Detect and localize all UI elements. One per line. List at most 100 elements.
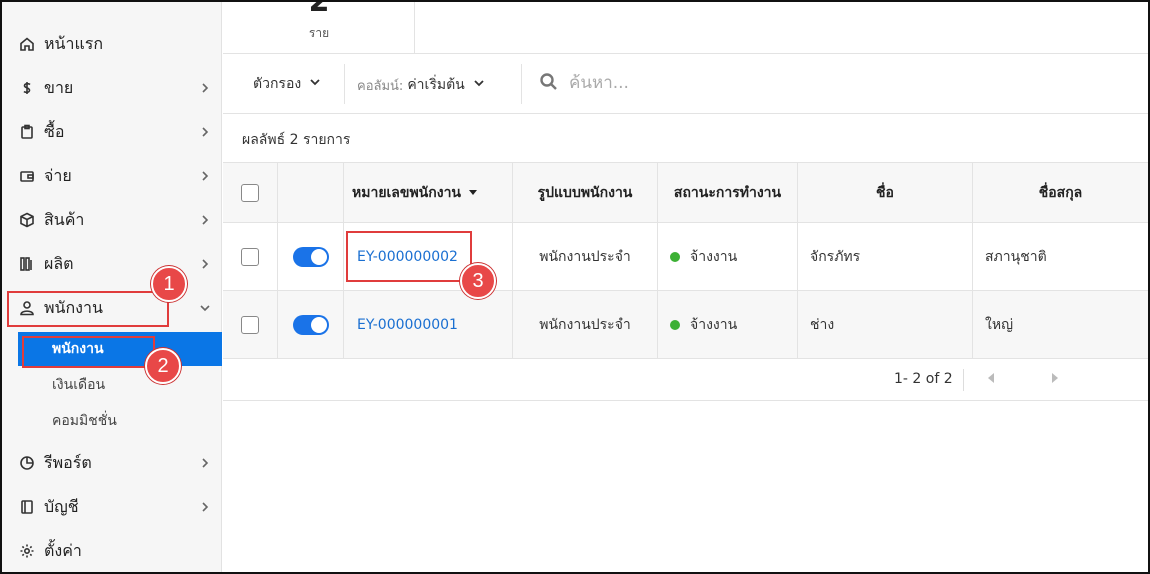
sidebar-item-products[interactable]: สินค้า: [0, 200, 222, 240]
sidebar-subitem-employees[interactable]: พนักงาน: [0, 332, 222, 366]
chevron-down-icon: [198, 300, 212, 314]
sidebar-item-label: ตั้งค่า: [44, 540, 82, 560]
cell-text: ช่าง: [810, 316, 835, 333]
sidebar-item-payment[interactable]: จ่าย: [0, 156, 222, 196]
sidebar-item-settings[interactable]: ตั้งค่า: [0, 531, 222, 571]
row-last-name: สภานุชาติ: [973, 223, 1148, 290]
active-toggle[interactable]: [292, 246, 329, 267]
book-icon: [18, 498, 36, 516]
summary-count-card: 2 ราย: [223, 0, 415, 53]
dollar-icon: [18, 79, 36, 97]
sidebar-item-label: รีพอร์ต: [44, 452, 92, 472]
row-last-name: ใหญ่: [973, 291, 1148, 358]
home-icon: [18, 35, 36, 53]
summary-count: 2: [308, 0, 330, 19]
clipboard-icon: [18, 123, 36, 141]
row-checkbox[interactable]: [241, 247, 259, 266]
employee-id-link[interactable]: EY-000000001: [357, 317, 458, 333]
row-employee-type: พนักงานประจำ: [513, 223, 658, 290]
row-employee-type: พนักงานประจำ: [513, 291, 658, 358]
table-header-row: หมายเลขพนักงาน รูปแบบพนักงาน สถานะการทำง…: [223, 162, 1148, 223]
divider: [344, 64, 345, 104]
row-select-cell: [223, 223, 278, 290]
user-icon: [18, 299, 36, 317]
pagination-range: 1- 2 of 2: [894, 371, 953, 387]
header-employee-id[interactable]: หมายเลขพนักงาน: [344, 163, 513, 222]
sidebar-item-sales[interactable]: ขาย: [0, 68, 222, 108]
sidebar-subitem-label: เงินเดือน: [52, 377, 106, 393]
sidebar-item-production[interactable]: ผลิต: [0, 244, 222, 284]
result-count-text: ผลลัพธ์ 2 รายการ: [242, 132, 351, 148]
summary-unit: ราย: [308, 26, 330, 40]
row-toggle-cell: [278, 223, 344, 290]
sidebar-item-accounting[interactable]: บัญชี: [0, 487, 222, 527]
header-label: สถานะการทำงาน: [673, 184, 782, 201]
row-checkbox[interactable]: [241, 315, 259, 334]
cell-text: ใหญ่: [985, 316, 1013, 333]
chevron-right-icon: [198, 212, 212, 226]
header-employee-type[interactable]: รูปแบบพนักงาน: [513, 163, 658, 222]
table-row: EY-000000002 พนักงานประจำ จ้างงาน จักรภั…: [223, 223, 1148, 291]
header-label: รูปแบบพนักงาน: [537, 184, 633, 201]
sidebar-item-label: ผลิต: [44, 253, 74, 273]
sidebar-item-home[interactable]: หน้าแรก: [0, 24, 222, 64]
annotation-badge-2: 2: [145, 348, 181, 384]
sidebar-item-reports[interactable]: รีพอร์ต: [0, 443, 222, 483]
row-work-status: จ้างงาน: [658, 291, 798, 358]
production-icon: [18, 255, 36, 273]
sidebar-item-label: พนักงาน: [44, 297, 103, 317]
chevron-right-icon: [198, 499, 212, 513]
cell-text: จ้างงาน: [690, 316, 738, 333]
prev-page-icon[interactable]: [988, 373, 994, 383]
sidebar: หน้าแรก ขาย ซื้อ จ่าย สินค้า ผลิต พนักงา…: [0, 0, 222, 574]
header-last-name[interactable]: ชื่อสกุล: [973, 163, 1148, 222]
header-first-name[interactable]: ชื่อ: [798, 163, 973, 222]
header-toggle-cell: [278, 163, 344, 222]
chevron-down-icon: [301, 76, 321, 92]
sidebar-item-label: จ่าย: [44, 165, 72, 185]
wallet-icon: [18, 167, 36, 185]
header-work-status[interactable]: สถานะการทำงาน: [658, 163, 798, 222]
annotation-badge-1: 1: [151, 266, 187, 302]
chevron-right-icon: [198, 168, 212, 182]
header-label: ชื่อสกุล: [1038, 184, 1083, 201]
toolbar: ตัวกรอง คอลัมน์: ค่าเริ่มต้น: [223, 54, 1148, 114]
cell-text: พนักงานประจำ: [539, 248, 631, 265]
columns-prefix: คอลัมน์:: [357, 78, 404, 94]
search-input[interactable]: [569, 68, 1109, 98]
chart-pie-icon: [18, 454, 36, 472]
row-work-status: จ้างงาน: [658, 223, 798, 290]
table-row: EY-000000001 พนักงานประจำ จ้างงาน ช่าง ใ…: [223, 291, 1148, 359]
sidebar-item-label: บัญชี: [44, 496, 79, 516]
cell-text: จักรภัทร: [810, 248, 861, 265]
cell-text: สภานุชาติ: [985, 248, 1047, 265]
row-first-name: จักรภัทร: [798, 223, 973, 290]
filter-label: ตัวกรอง: [253, 76, 302, 92]
gear-icon: [18, 542, 36, 560]
header-label: หมายเลขพนักงาน: [352, 184, 461, 201]
sidebar-subitem-commission[interactable]: คอมมิชชั่น: [0, 404, 222, 438]
sidebar-subitem-label: คอมมิชชั่น: [52, 413, 117, 429]
header-label: ชื่อ: [876, 184, 894, 201]
sidebar-item-label: สินค้า: [44, 209, 85, 229]
row-first-name: ช่าง: [798, 291, 973, 358]
filter-dropdown[interactable]: ตัวกรอง: [253, 73, 321, 95]
employee-id-link[interactable]: EY-000000002: [357, 249, 458, 265]
row-toggle-cell: [278, 291, 344, 358]
annotation-badge-3: 3: [460, 263, 496, 299]
sidebar-subitem-salary[interactable]: เงินเดือน: [0, 368, 222, 402]
main-content: 2 ราย ตัวกรอง คอลัมน์: ค่าเริ่มต้น ผลลัพ…: [223, 0, 1148, 574]
sidebar-item-purchase[interactable]: ซื้อ: [0, 112, 222, 152]
next-page-icon[interactable]: [1052, 373, 1058, 383]
sort-desc-icon: [469, 190, 477, 195]
sidebar-item-employees[interactable]: พนักงาน: [0, 288, 222, 328]
chevron-right-icon: [198, 80, 212, 94]
chevron-down-icon: [465, 77, 485, 93]
active-toggle[interactable]: [292, 314, 329, 335]
sidebar-item-label: ขาย: [44, 77, 74, 97]
cell-text: จ้างงาน: [690, 248, 738, 265]
divider: [521, 64, 522, 104]
row-select-cell: [223, 291, 278, 358]
columns-dropdown[interactable]: คอลัมน์: ค่าเริ่มต้น: [357, 74, 485, 96]
select-all-checkbox[interactable]: [241, 183, 259, 202]
